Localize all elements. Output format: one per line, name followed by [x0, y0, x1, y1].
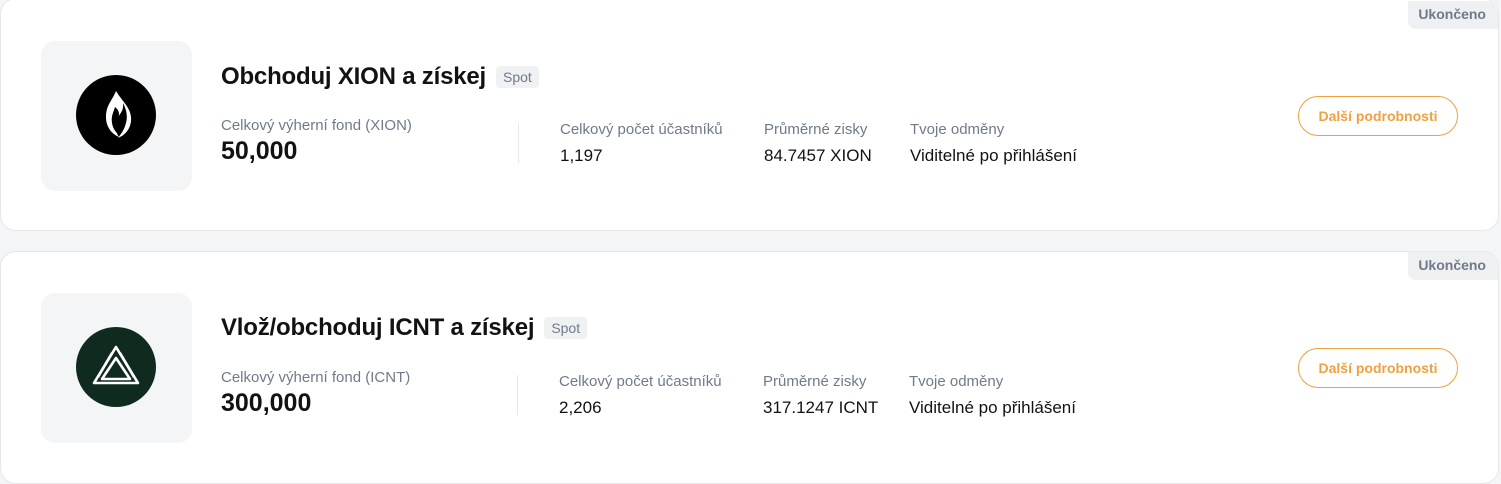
your-rewards-label: Tvoje odměny	[909, 373, 1004, 390]
divider	[518, 123, 519, 163]
average-earnings-stat: Průměrné zisky 84.7457 XION	[764, 120, 872, 168]
prize-pool: Celkový výherní fond (XION) 50,000	[221, 116, 412, 166]
logo-container	[41, 293, 192, 443]
campaign-card: Ukončeno Vlož/obchoduj ICNT a získej Spo…	[0, 251, 1499, 484]
participants-stat: Celkový počet účastníků 1,197	[560, 120, 723, 168]
your-rewards-stat: Tvoje odměny Viditelné po přihlášení	[910, 120, 1077, 168]
average-earnings-stat: Průměrné zisky 317.1247 ICNT	[763, 372, 878, 420]
prize-pool-value: 300,000	[221, 389, 312, 417]
prize-pool-value: 50,000	[221, 137, 298, 165]
prize-pool-label: Celkový výherní fond (ICNT)	[221, 369, 411, 386]
participants-value: 2,206	[559, 398, 602, 417]
campaign-title-row: Obchoduj XION a získej Spot	[221, 60, 539, 94]
campaign-title-row: Vlož/obchoduj ICNT a získej Spot	[221, 311, 588, 345]
campaign-title: Vlož/obchoduj ICNT a získej	[221, 314, 535, 341]
more-details-button[interactable]: Další podrobnosti	[1298, 96, 1458, 136]
participants-label: Celkový počet účastníků	[560, 121, 723, 138]
average-earnings-value: 84.7457 XION	[764, 146, 872, 165]
campaign-title: Obchoduj XION a získej	[221, 63, 486, 90]
market-tag: Spot	[544, 317, 588, 339]
logo-container	[41, 41, 192, 191]
status-badge: Ukončeno	[1408, 252, 1498, 280]
average-earnings-label: Průměrné zisky	[763, 373, 867, 390]
xion-flame-icon	[76, 75, 156, 155]
your-rewards-value: Viditelné po přihlášení	[909, 398, 1076, 417]
campaign-card: Ukončeno Obchoduj XION a získej Spot Cel…	[0, 0, 1499, 231]
average-earnings-label: Průměrné zisky	[764, 121, 868, 138]
participants-label: Celkový počet účastníků	[559, 373, 722, 390]
divider	[517, 375, 518, 415]
your-rewards-label: Tvoje odměny	[910, 121, 1005, 138]
participants-value: 1,197	[560, 146, 603, 165]
prize-pool: Celkový výherní fond (ICNT) 300,000	[221, 368, 410, 418]
average-earnings-value: 317.1247 ICNT	[763, 398, 879, 417]
market-tag: Spot	[496, 66, 539, 88]
your-rewards-value: Viditelné po přihlášení	[910, 146, 1077, 165]
more-details-button[interactable]: Další podrobnosti	[1298, 348, 1458, 388]
your-rewards-stat: Tvoje odměny Viditelné po přihlášení	[909, 372, 1076, 420]
icnt-triangle-icon	[76, 327, 156, 407]
prize-pool-label: Celkový výherní fond (XION)	[221, 117, 412, 134]
participants-stat: Celkový počet účastníků 2,206	[559, 372, 722, 420]
status-badge: Ukončeno	[1408, 1, 1498, 29]
